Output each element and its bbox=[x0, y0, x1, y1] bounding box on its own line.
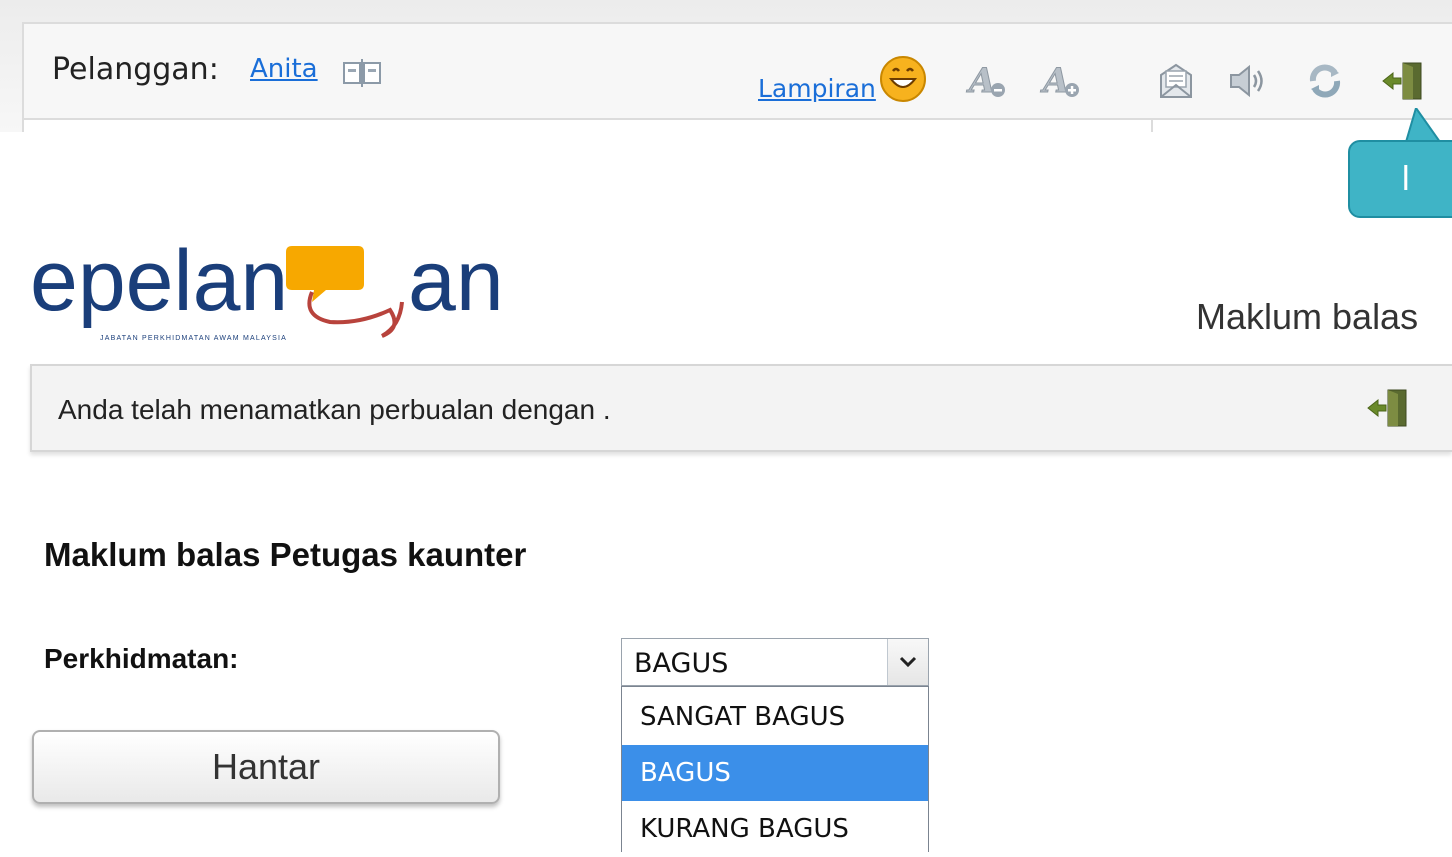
chevron-down-icon[interactable] bbox=[887, 639, 928, 685]
service-field-label: Perkhidmatan: bbox=[44, 643, 239, 674]
session-ended-notice: Anda telah menamatkan perbualan dengan . bbox=[30, 364, 1452, 452]
toolbar-lower-edge bbox=[22, 120, 1452, 132]
exit-icon[interactable] bbox=[1366, 386, 1410, 435]
callout-pointer bbox=[1404, 108, 1442, 143]
customer-label: Pelanggan: bbox=[52, 52, 219, 87]
epelanggan-logo: epelan an JABATAN PERKHIDMATAN AWAM MALA… bbox=[30, 233, 504, 342]
submit-button[interactable]: Hantar bbox=[32, 730, 500, 804]
callout-text: l bbox=[1402, 160, 1410, 198]
option-kurang-bagus[interactable]: KURANG BAGUS bbox=[622, 801, 928, 857]
exit-icon[interactable] bbox=[1380, 58, 1426, 104]
page-title: Maklum balas bbox=[1196, 296, 1419, 337]
service-rating-select[interactable]: BAGUS bbox=[621, 638, 929, 686]
logo-tagline: JABATAN PERKHIDMATAN AWAM MALAYSIA bbox=[100, 335, 287, 342]
feedback-form-title: Maklum balas Petugas kaunter bbox=[44, 536, 527, 573]
svg-text:A: A bbox=[1040, 61, 1069, 101]
customer-name-link[interactable]: Anita bbox=[250, 54, 318, 84]
service-rating-dropdown: SANGAT BAGUS BAGUS KURANG BAGUS bbox=[621, 686, 929, 852]
refresh-icon[interactable] bbox=[1304, 60, 1346, 102]
sound-icon[interactable] bbox=[1226, 62, 1270, 100]
logo-text-right: an bbox=[408, 233, 504, 329]
option-sangat-bagus[interactable]: SANGAT BAGUS bbox=[622, 689, 928, 745]
svg-text:A: A bbox=[966, 61, 995, 101]
email-transcript-icon[interactable] bbox=[1156, 60, 1196, 102]
font-increase-icon[interactable]: A bbox=[1038, 58, 1084, 102]
attachment-link[interactable]: Lampiran bbox=[758, 74, 876, 103]
smiley-icon[interactable] bbox=[878, 54, 928, 104]
font-decrease-icon[interactable]: A bbox=[964, 58, 1010, 102]
option-bagus[interactable]: BAGUS bbox=[622, 745, 928, 801]
logo-text-left: epelan bbox=[30, 233, 288, 329]
callout-bubble: l bbox=[1348, 140, 1452, 218]
notice-text: Anda telah menamatkan perbualan dengan . bbox=[58, 394, 611, 425]
transfer-icon[interactable] bbox=[340, 58, 386, 88]
select-current-value: BAGUS bbox=[634, 648, 729, 679]
